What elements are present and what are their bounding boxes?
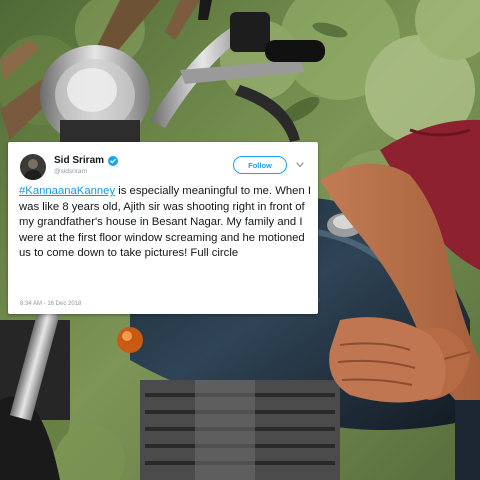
- user-handle[interactable]: @sidsriram: [54, 168, 87, 175]
- tweet-timestamp[interactable]: 8:34 AM - 16 Dec 2018: [20, 301, 81, 307]
- hashtag-link[interactable]: #KannaanaKanney: [19, 185, 115, 197]
- avatar-head: [28, 159, 38, 169]
- follow-button[interactable]: Follow: [233, 156, 287, 174]
- chevron-down-icon[interactable]: [296, 162, 304, 168]
- avatar-body: [24, 170, 42, 180]
- avatar[interactable]: [20, 154, 46, 180]
- name-row: Sid Sriram: [54, 155, 119, 166]
- tweet-card: Sid Sriram @sidsriram Follow #KannaanaKa…: [8, 142, 318, 314]
- verified-badge-icon: [108, 155, 119, 166]
- display-name[interactable]: Sid Sriram: [54, 155, 104, 166]
- tweet-text: #KannaanaKanney is especially meaningful…: [19, 184, 315, 262]
